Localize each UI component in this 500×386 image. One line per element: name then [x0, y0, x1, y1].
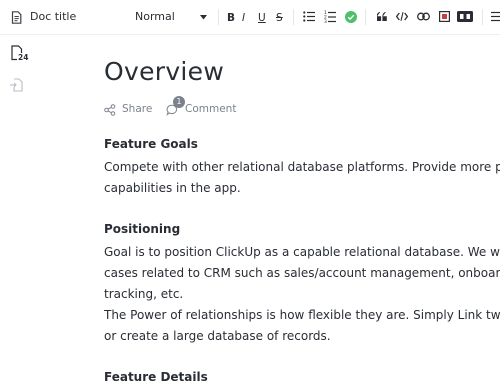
page-count-badge: 24 [17, 53, 30, 62]
left-rail: 24 [0, 36, 40, 116]
section-heading-feature-details: Feature Details [104, 370, 208, 384]
paragraph-line: cases related to CRM such as sales/accou… [104, 266, 500, 280]
toolbar-divider [482, 9, 483, 25]
quote-icon[interactable] [377, 12, 387, 21]
comment-count-badge: 1 [173, 96, 185, 108]
paragraph-line: The Power of relationships is how flexib… [104, 308, 500, 322]
chevron-down-icon [200, 15, 207, 20]
toolbar-divider [218, 9, 219, 25]
text-style-dropdown[interactable]: Normal [128, 6, 212, 28]
paragraph-line: or create a large database of records. [104, 329, 331, 343]
page-title[interactable]: Overview [104, 57, 224, 86]
paragraph-line: Goal is to position ClickUp as a capable… [104, 245, 500, 259]
more-icon[interactable] [491, 11, 500, 22]
checklist-icon[interactable] [345, 11, 357, 23]
link-icon[interactable] [417, 12, 430, 21]
paragraph-line: capabilities in the app. [104, 181, 241, 195]
embed-icon[interactable] [439, 11, 450, 22]
bullet-list-icon[interactable] [303, 11, 315, 22]
share-button[interactable]: Share [122, 103, 152, 115]
doc-title[interactable]: Doc title [30, 10, 76, 23]
code-icon[interactable] [396, 12, 408, 21]
numbered-list-icon[interactable]: 1 2 3 [324, 10, 336, 23]
section-heading-positioning: Positioning [104, 222, 181, 236]
section-heading-feature-goals: Feature Goals [104, 137, 198, 151]
paragraph-line: Compete with other relational database p… [104, 160, 500, 174]
bold-button[interactable]: B [227, 12, 235, 24]
strikethrough-button[interactable]: S [276, 12, 283, 24]
toolbar-divider [365, 9, 366, 25]
doc-icon [11, 11, 22, 24]
paragraph-line: tracking, etc. [104, 287, 184, 301]
editor-toolbar: Doc title Normal B I U S 1 2 3 [0, 0, 500, 35]
text-style-value: Normal [135, 10, 175, 23]
comment-button[interactable]: Comment [185, 103, 236, 115]
add-page-icon[interactable] [10, 77, 24, 96]
toolbar-divider [293, 9, 294, 25]
svg-text:3: 3 [324, 19, 327, 23]
italic-button[interactable]: I [242, 12, 245, 24]
banner-icon[interactable] [457, 11, 473, 22]
share-icon[interactable] [104, 104, 116, 116]
underline-button[interactable]: U [258, 12, 266, 24]
